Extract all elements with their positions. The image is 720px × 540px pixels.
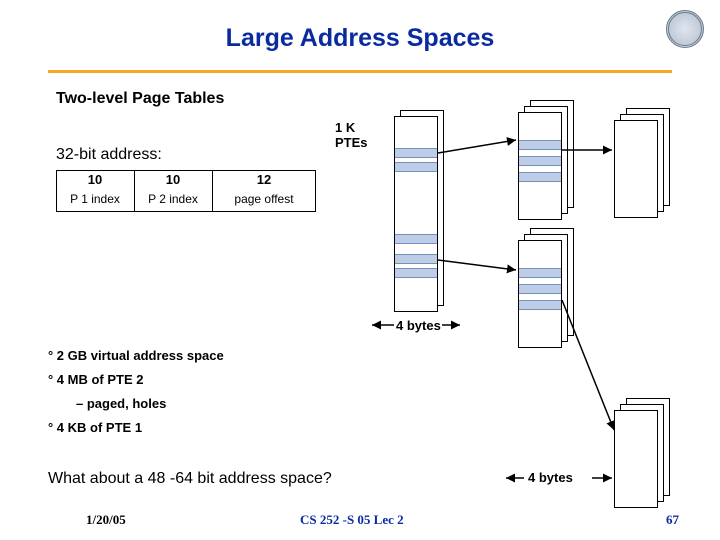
bullet-2-sub: – paged, holes [76, 396, 166, 411]
footer-page: 67 [666, 512, 679, 528]
footer-course: CS 252 -S 05 Lec 2 [300, 512, 404, 528]
question: What about a 48 -64 bit address space? [48, 470, 332, 488]
arrows [0, 0, 720, 540]
bullet-3: ° 4 KB of PTE 1 [48, 420, 142, 435]
bullet-2: ° 4 MB of PTE 2 [48, 372, 144, 387]
bullet-1: ° 2 GB virtual address space [48, 348, 224, 363]
footer-date: 1/20/05 [86, 512, 126, 528]
